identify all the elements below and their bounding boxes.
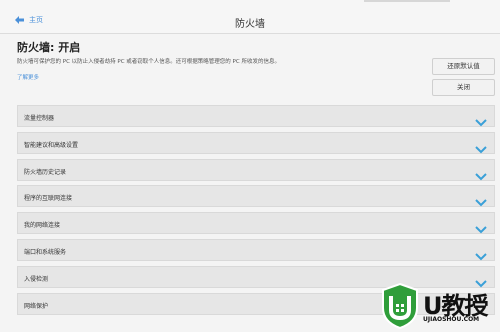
section-smart-advice[interactable]: 智能建议和高级设置 — [17, 131, 495, 154]
chevron-down-icon[interactable] — [475, 219, 487, 238]
section-ports-services[interactable]: 端口和系统服务 — [17, 238, 495, 261]
section-label: 智能建议和高级设置 — [24, 141, 79, 149]
section-traffic-controller[interactable]: 流量控制器 — [17, 105, 495, 127]
chevron-down-icon[interactable] — [475, 246, 487, 265]
chevron-down-icon[interactable] — [475, 139, 487, 158]
section-label: 入侵检测 — [24, 275, 49, 283]
chevron-down-icon[interactable] — [475, 112, 487, 131]
section-label: 端口和系统服务 — [24, 248, 67, 256]
chevron-down-icon[interactable] — [475, 192, 487, 211]
firewall-description: 防火墙可保护您的 PC 以防止入侵者劫持 PC 或者窃取个人信息。还可根据策略管… — [17, 59, 280, 65]
top-bar: 主页 防火墙 — [0, 0, 500, 34]
firewall-status-heading: 防火墙: 开启 — [17, 41, 81, 54]
watermark-site: UJIAOSHOU.COM — [423, 316, 480, 323]
chevron-down-icon[interactable] — [475, 166, 487, 185]
watermark-logo: U教授 UJIAOSHOU.COM — [380, 282, 500, 332]
section-label: 流量控制器 — [24, 115, 55, 122]
top-divider — [364, 0, 450, 2]
section-label: 网络保护 — [24, 302, 49, 310]
section-label: 我的网络连接 — [24, 222, 61, 230]
section-label: 防火墙历史记录 — [24, 168, 67, 176]
section-firewall-history[interactable]: 防火墙历史记录 — [17, 158, 495, 181]
page-title: 防火墙 — [235, 19, 265, 30]
restore-defaults-button[interactable]: 还原默认值 — [432, 58, 495, 75]
section-network-connections[interactable]: 我的网络连接 — [17, 212, 495, 235]
section-label: 程序的互联网连接 — [24, 195, 73, 203]
shield-logo-icon — [380, 282, 420, 332]
turn-off-button[interactable]: 关闭 — [432, 79, 495, 96]
section-program-connections[interactable]: 程序的互联网连接 — [17, 185, 495, 208]
learn-more-link[interactable]: 了解更多 — [17, 73, 39, 81]
